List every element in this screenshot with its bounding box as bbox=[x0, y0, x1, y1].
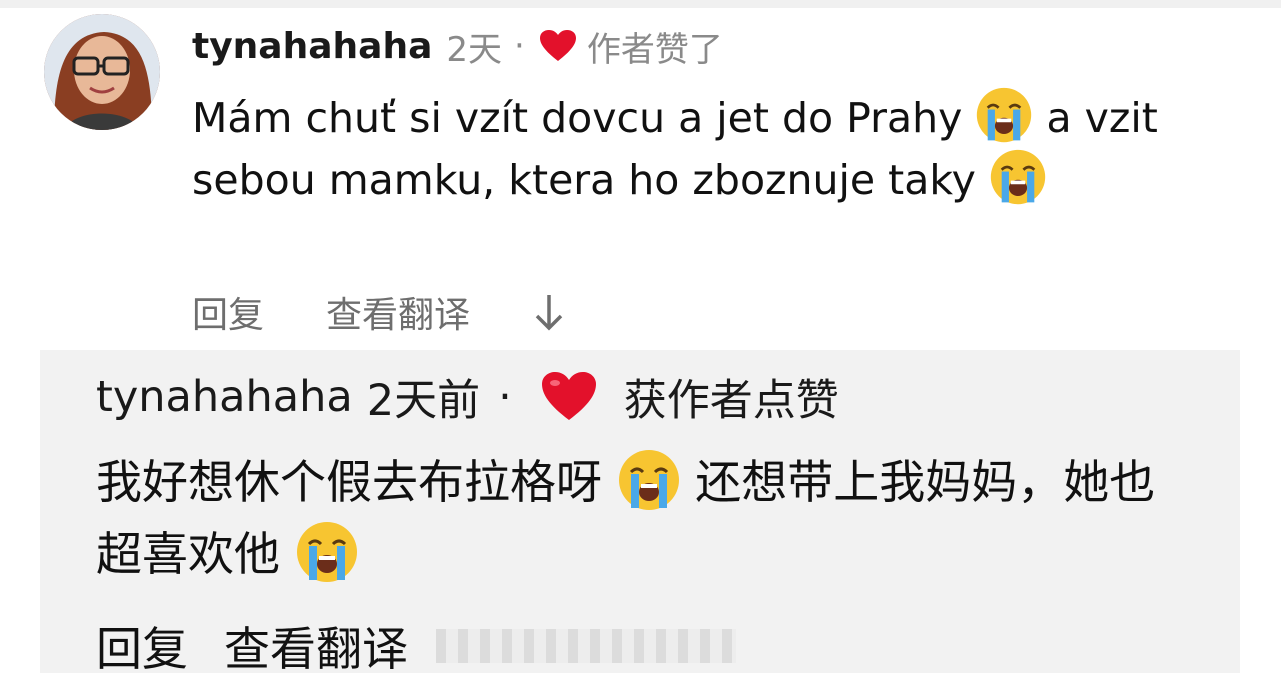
author-liked-label: 作者赞了 bbox=[586, 29, 723, 70]
card-time: 2天前 bbox=[366, 376, 481, 426]
loudly-crying-face-icon bbox=[977, 87, 1032, 143]
card-liked-label: 获作者点赞 bbox=[623, 376, 839, 426]
card-meta: tynahahaha 2天前 · 获作者点赞 bbox=[96, 366, 839, 428]
card-text-part1: 我好想休个假去布拉格呀 bbox=[96, 455, 602, 509]
translated-comment-card: tynahahaha 2天前 · 获作者点赞 我好想休个假去布拉格呀 还想带上我… bbox=[40, 350, 1240, 676]
loudly-crying-face-icon bbox=[990, 149, 1046, 205]
translate-button[interactable]: 查看翻译 bbox=[326, 286, 470, 338]
heart-icon bbox=[539, 30, 576, 61]
card-separator: · bbox=[498, 372, 512, 422]
watermark bbox=[436, 629, 736, 663]
card-actions: 回复 查看翻译 bbox=[96, 618, 736, 676]
comment-body: Mám chuť si vzít dovcu a jet do Prahy a … bbox=[192, 86, 1202, 210]
comment: tynahahaha 2天 · 作者赞了 Mám chuť si vzít do… bbox=[0, 8, 1281, 340]
avatar[interactable] bbox=[44, 14, 160, 130]
meta-separator: · bbox=[514, 26, 525, 66]
comment-username[interactable]: tynahahaha bbox=[192, 26, 432, 67]
loudly-crying-face-icon bbox=[618, 450, 679, 510]
comment-actions: 回复 查看翻译 bbox=[192, 284, 566, 340]
card-translate-button[interactable]: 查看翻译 bbox=[224, 613, 408, 679]
card-username[interactable]: tynahahaha bbox=[96, 372, 353, 422]
top-divider bbox=[0, 0, 1281, 8]
loudly-crying-face-icon bbox=[296, 522, 357, 582]
arrow-down-icon[interactable] bbox=[532, 292, 566, 332]
heart-icon bbox=[541, 372, 596, 420]
comment-meta: tynahahaha 2天 · 作者赞了 bbox=[192, 20, 723, 72]
card-reply-button[interactable]: 回复 bbox=[96, 613, 188, 679]
card-body: 我好想休个假去布拉格呀 还想带上我妈妈，她也超喜欢他 bbox=[96, 446, 1156, 590]
reply-button[interactable]: 回复 bbox=[192, 286, 264, 338]
comment-time: 2天 bbox=[446, 29, 503, 70]
comment-text-part1: Mám chuť si vzít dovcu a jet do Prahy bbox=[192, 94, 963, 142]
